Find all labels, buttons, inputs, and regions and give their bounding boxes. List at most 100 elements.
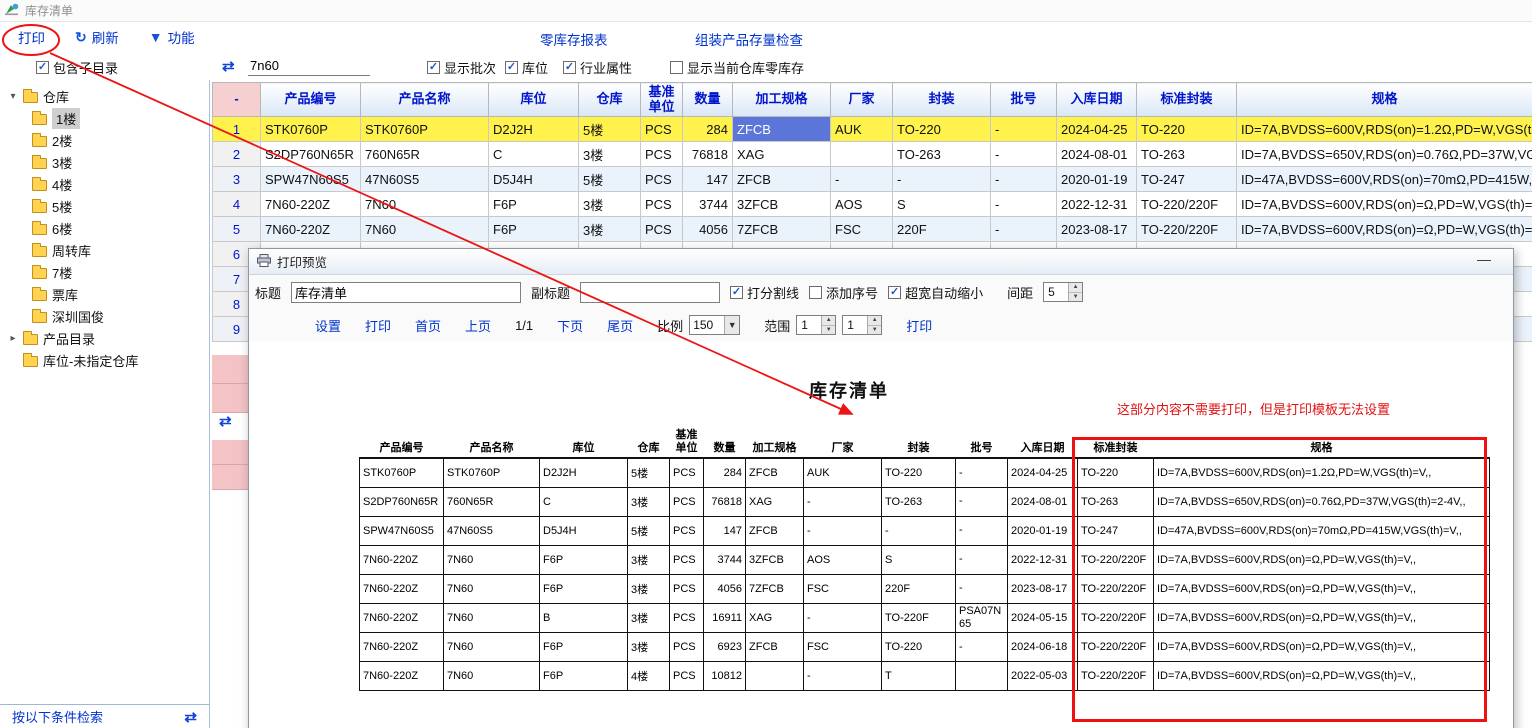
range-to-spinner[interactable]: 1 ▲▼ (842, 315, 882, 335)
row-number-cell[interactable]: 2 (213, 142, 261, 167)
swap-icon[interactable]: ⇄ (184, 708, 197, 726)
settings-button[interactable]: 设置 (315, 316, 341, 335)
tree-root-product-catalog[interactable]: ▸ 产品目录 (0, 327, 209, 349)
sidebar-item[interactable]: 4楼 (0, 173, 209, 195)
grid-cell[interactable]: 2024-08-01 (1057, 142, 1137, 167)
sidebar-item[interactable]: 票库 (0, 283, 209, 305)
column-header[interactable]: 加工规格 (746, 427, 804, 458)
grid-cell[interactable]: 147 (683, 167, 733, 192)
column-header[interactable]: 入库日期 (1057, 83, 1137, 117)
grid-cell[interactable]: 3ZFCB (733, 192, 831, 217)
grid-cell[interactable]: D2J2H (489, 117, 579, 142)
row-number-cell[interactable]: 3 (213, 167, 261, 192)
grid-cell[interactable]: 76818 (683, 142, 733, 167)
sidebar-item[interactable]: 2楼 (0, 129, 209, 151)
minimize-button[interactable]: — (1477, 251, 1491, 267)
grid-cell[interactable]: TO-220 (893, 117, 991, 142)
column-header[interactable]: 库位 (540, 427, 628, 458)
grid-cell[interactable]: S2DP760N65R (261, 142, 361, 167)
grid-cell[interactable]: 2023-08-17 (1057, 217, 1137, 242)
column-header[interactable]: 数量 (683, 83, 733, 117)
row-number-cell[interactable]: 5 (213, 217, 261, 242)
grid-cell[interactable]: - (991, 117, 1057, 142)
spacing-spinner[interactable]: 5 ▲▼ (1043, 282, 1083, 302)
column-header[interactable]: 标准封装 (1078, 427, 1154, 458)
grid-cell[interactable]: 2022-12-31 (1057, 192, 1137, 217)
sidebar-item[interactable]: 深圳国俊 (0, 305, 209, 327)
grid-cell[interactable]: 5楼 (579, 167, 641, 192)
grid-cell[interactable]: XAG (733, 142, 831, 167)
column-header[interactable]: 入库日期 (1008, 427, 1078, 458)
grid-cell[interactable]: TO-263 (1137, 142, 1237, 167)
condition-search-label[interactable]: 按以下条件检索 (12, 707, 103, 726)
grid-cell[interactable]: STK0760P (361, 117, 489, 142)
column-header[interactable]: 产品名称 (361, 83, 489, 117)
checkbox-show-zero-stock[interactable]: 显示当前仓库零库存 (670, 58, 804, 77)
column-header[interactable]: 厂家 (831, 83, 893, 117)
swap-icon[interactable]: ⇄ (222, 57, 235, 75)
grid-cell[interactable]: AOS (831, 192, 893, 217)
grid-cell[interactable]: 7N60 (361, 192, 489, 217)
scale-select[interactable]: 150 ▼ (689, 315, 740, 335)
checkbox-location[interactable]: ✓ 库位 (505, 58, 548, 77)
sidebar-item[interactable]: 3楼 (0, 151, 209, 173)
grid-cell[interactable]: PCS (641, 142, 683, 167)
expand-icon[interactable]: ▸ (8, 333, 18, 344)
grid-cell[interactable]: ZFCB (733, 117, 831, 142)
column-header[interactable]: 封装 (893, 83, 991, 117)
grid-cell[interactable]: 760N65R (361, 142, 489, 167)
grid-cell[interactable]: 3楼 (579, 217, 641, 242)
grid-cell[interactable]: ID=7A,BVDSS=600V,RDS(on)=1.2Ω,PD=W,VGS(t… (1237, 117, 1532, 142)
grid-cell[interactable]: 7N60-220Z (261, 192, 361, 217)
spinner-buttons[interactable]: ▲▼ (821, 316, 835, 334)
spinner-buttons[interactable]: ▲▼ (1068, 283, 1082, 301)
grid-cell[interactable]: - (991, 142, 1057, 167)
print-action-button[interactable]: 打印 (365, 316, 391, 335)
sidebar-item[interactable]: 1楼 (0, 107, 209, 129)
sidebar-item[interactable]: 5楼 (0, 195, 209, 217)
grid-cell[interactable]: 7ZFCB (733, 217, 831, 242)
grid-cell[interactable]: 5楼 (579, 117, 641, 142)
column-header[interactable]: 批号 (991, 83, 1057, 117)
row-number-cell[interactable]: 4 (213, 192, 261, 217)
grid-cell[interactable]: F6P (489, 192, 579, 217)
grid-cell[interactable]: STK0760P (261, 117, 361, 142)
grid-cell[interactable]: 3楼 (579, 142, 641, 167)
report-subtitle-input[interactable] (580, 282, 720, 303)
column-header[interactable]: 规格 (1154, 427, 1490, 458)
grid-cell[interactable]: ID=7A,BVDSS=600V,RDS(on)=Ω,PD=W,VGS(th)=… (1237, 217, 1532, 242)
assembly-check-link[interactable]: 组装产品存量检查 (695, 29, 803, 49)
column-header[interactable]: 数量 (704, 427, 746, 458)
next-page-button[interactable]: 下页 (557, 316, 583, 335)
grid-cell[interactable]: TO-220/220F (1137, 192, 1237, 217)
grid-cell[interactable]: 284 (683, 117, 733, 142)
column-header[interactable]: 库位 (489, 83, 579, 117)
zero-stock-report-link[interactable]: 零库存报表 (540, 29, 608, 49)
grid-cell[interactable]: 7N60 (361, 217, 489, 242)
print-button[interactable]: 打印 (18, 27, 45, 47)
grid-cell[interactable]: ID=7A,BVDSS=650V,RDS(on)=0.76Ω,PD=37W,VG… (1237, 142, 1532, 167)
checkbox-add-seq[interactable]: 添加序号 (809, 283, 878, 302)
dialog-titlebar[interactable]: 打印预览 — (249, 249, 1513, 275)
column-header[interactable]: 封装 (882, 427, 956, 458)
print-button-2[interactable]: 打印 (906, 316, 932, 335)
grid-cell[interactable]: 3楼 (579, 192, 641, 217)
grid-cell[interactable]: 2024-04-25 (1057, 117, 1137, 142)
first-page-button[interactable]: 首页 (415, 316, 441, 335)
grid-cell[interactable]: PCS (641, 217, 683, 242)
grid-cell[interactable]: PCS (641, 192, 683, 217)
column-header[interactable]: 产品名称 (444, 427, 540, 458)
column-header[interactable]: 仓库 (579, 83, 641, 117)
column-header[interactable]: 产品编号 (360, 427, 444, 458)
grid-cell[interactable]: ID=47A,BVDSS=600V,RDS(on)=70mΩ,PD=415W,V… (1237, 167, 1532, 192)
grid-cell[interactable]: C (489, 142, 579, 167)
grid-cell[interactable]: SPW47N60S5 (261, 167, 361, 192)
report-title-input[interactable] (291, 282, 521, 303)
column-header[interactable]: 产品编号 (261, 83, 361, 117)
row-number-cell[interactable]: 1 (213, 117, 261, 142)
grid-cell[interactable]: 3744 (683, 192, 733, 217)
search-input[interactable] (248, 56, 370, 76)
last-page-button[interactable]: 尾页 (607, 316, 633, 335)
column-header[interactable]: 厂家 (804, 427, 882, 458)
grid-cell[interactable]: F6P (489, 217, 579, 242)
